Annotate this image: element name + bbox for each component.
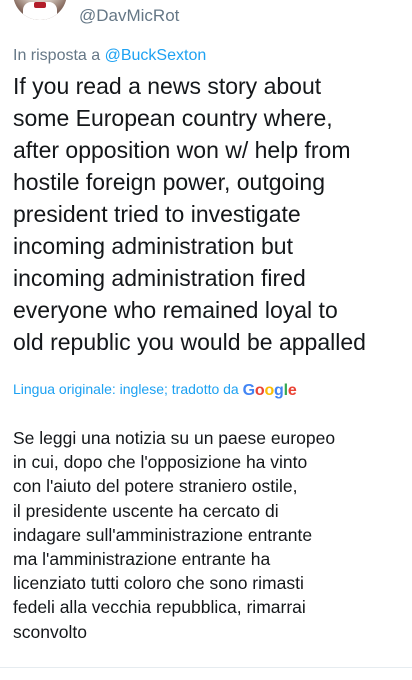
translation-label: Lingua originale: inglese; tradotto da xyxy=(13,381,243,397)
tweet-text: If you read a news story about some Euro… xyxy=(13,70,408,358)
tweet-line: old republic you would be appalled xyxy=(13,329,366,355)
translation-attribution[interactable]: Lingua originale: inglese; tradotto da G… xyxy=(13,381,297,400)
user-handle[interactable]: @DavMicRot xyxy=(79,6,179,26)
reply-prefix: In risposta a xyxy=(13,47,105,64)
reply-target-link[interactable]: @BuckSexton xyxy=(105,47,207,64)
google-letter: o xyxy=(264,382,275,399)
translated-line: indagare sull'amministrazione entrante xyxy=(13,524,313,545)
translated-text: Se leggi una notizia su un paese europeo… xyxy=(13,426,408,644)
tweet-line: If you read a news story about xyxy=(13,73,322,99)
translated-line: con l'aiuto del potere straniero ostile, xyxy=(13,476,298,497)
google-letter: e xyxy=(287,382,297,399)
tweet-line: everyone who remained loyal to xyxy=(13,297,338,323)
google-letter: G xyxy=(242,382,255,399)
translated-line: licenziato tutti coloro che sono rimasti xyxy=(13,573,304,594)
tweet-line: president tried to investigate xyxy=(13,201,301,227)
translated-line: sconvolto xyxy=(13,621,87,642)
tweet-line: hostile foreign power, outgoing xyxy=(13,169,325,195)
translated-line: fedeli alla vecchia repubblica, rimarrai xyxy=(13,597,306,618)
tweet-line: incoming administration fired xyxy=(13,265,306,291)
translated-line: Se leggi una notizia su un paese europeo xyxy=(13,428,336,448)
reply-context: In risposta a @BuckSexton xyxy=(13,47,206,65)
google-letter: o xyxy=(254,382,265,399)
tweet-line: some European country where, xyxy=(13,105,333,131)
avatar[interactable] xyxy=(13,0,67,20)
google-letter: g xyxy=(274,382,284,399)
avatar-bowtie xyxy=(34,2,46,8)
tweet-line: incoming administration but xyxy=(13,233,293,259)
translated-line: in cui, dopo che l'opposizione ha vinto xyxy=(13,452,308,473)
google-logo: Google xyxy=(243,382,297,400)
tweet-line: after opposition won w/ help from xyxy=(13,137,351,163)
divider xyxy=(0,667,412,668)
translated-line: il presidente uscente ha cercato di xyxy=(13,500,279,521)
translated-line: ma l'amministrazione entrante ha xyxy=(13,549,271,570)
